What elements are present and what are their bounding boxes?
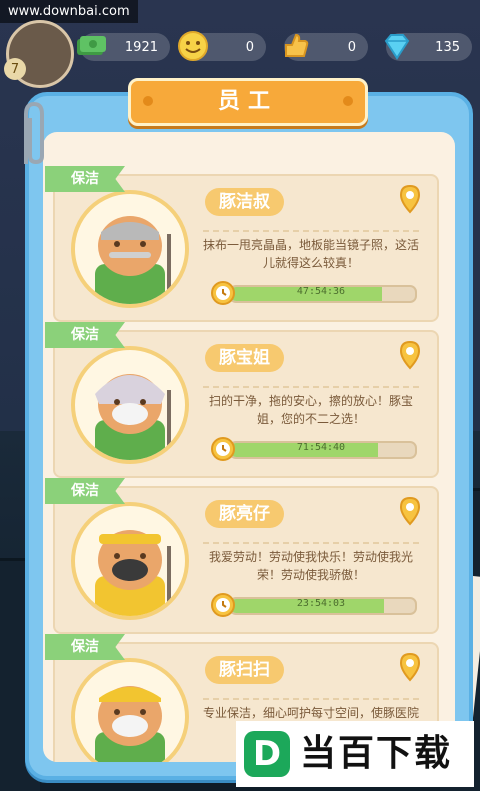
divider: [203, 698, 419, 700]
location-pin-icon[interactable]: [399, 652, 421, 682]
resource-likes[interactable]: 0: [284, 33, 368, 61]
smiley-value: 0: [245, 39, 254, 55]
staff-portrait: [71, 502, 189, 620]
work-timer: 23:54:03: [209, 592, 417, 617]
resource-smiley[interactable]: 0: [178, 31, 266, 61]
top-bar: 7 1921 0 0 135: [0, 0, 480, 88]
cash-icon: [77, 36, 106, 55]
staff-info: 豚洁叔 抹布一甩亮晶晶，地板能当镜子照，这活儿就得这么较真！ 47:54:36: [197, 182, 425, 310]
work-timer: 47:54:36: [209, 280, 417, 305]
staff-portrait: [71, 190, 189, 308]
staff-description: 抹布一甩亮晶晶，地板能当镜子照，这活儿就得这么较真！: [203, 238, 420, 270]
staff-name: 豚亮仔: [205, 500, 284, 528]
title-rivet: [143, 96, 153, 106]
divider: [203, 230, 419, 232]
staff-panel: 保洁 豚洁叔 抹布一甩亮晶晶，地板能当镜子照，这活儿就得这么较真！ 47:54:…: [25, 92, 473, 780]
site-logo: D 当百下载: [236, 721, 474, 787]
role-badge: 保洁: [45, 166, 125, 192]
staff-portrait: [71, 658, 189, 762]
player-level-badge: 7: [4, 58, 26, 80]
divider: [203, 542, 419, 544]
panel-title: 员工: [128, 78, 368, 126]
role-badge: 保洁: [45, 634, 125, 660]
location-pin-icon[interactable]: [399, 184, 421, 214]
likes-value: 0: [347, 39, 356, 55]
timer-text: 23:54:03: [296, 598, 346, 609]
cash-value: 1921: [124, 39, 158, 55]
resource-cash[interactable]: 1921: [77, 33, 170, 61]
staff-portrait: [71, 346, 189, 464]
staff-description: 我爱劳动！劳动使我快乐！劳动使我光荣！劳动使我骄傲！: [208, 550, 413, 582]
timer-text: 47:54:36: [296, 286, 346, 297]
staff-name: 豚扫扫: [205, 656, 284, 684]
paper-clip-icon: [24, 101, 44, 165]
smiley-icon: [178, 31, 208, 61]
diamond-value: 135: [435, 39, 460, 55]
title-rivet: [343, 96, 353, 106]
work-timer: 71:54:40: [209, 436, 417, 461]
logo-text: 当百下载: [300, 733, 453, 774]
staff-info: 豚亮仔 我爱劳动！劳动使我快乐！劳动使我光荣！劳动使我骄傲！ 23:54:03: [197, 494, 425, 622]
location-pin-icon[interactable]: [399, 496, 421, 526]
panel-title-text: 员工: [217, 89, 278, 114]
location-pin-icon[interactable]: [399, 340, 421, 370]
timer-text: 71:54:40: [296, 442, 346, 453]
staff-card[interactable]: 保洁 豚洁叔 抹布一甩亮晶晶，地板能当镜子照，这活儿就得这么较真！ 47:54:…: [45, 166, 439, 322]
diamond-icon: [384, 34, 410, 60]
divider: [203, 386, 419, 388]
staff-card[interactable]: 保洁 豚亮仔 我爱劳动！劳动使我快乐！劳动使我光荣！劳动使我骄傲！ 23:54:…: [45, 478, 439, 634]
staff-name: 豚宝姐: [205, 344, 284, 372]
resource-diamond[interactable]: 135: [384, 33, 472, 61]
staff-info: 豚宝姐 扫的干净，拖的安心，擦的放心！豚宝姐，您的不二之选！ 71:54:40: [197, 338, 425, 466]
role-badge: 保洁: [45, 322, 125, 348]
role-badge: 保洁: [45, 478, 125, 504]
logo-mark: D: [244, 731, 290, 777]
thumbs-up-icon: [285, 33, 309, 57]
staff-list[interactable]: 保洁 豚洁叔 抹布一甩亮晶晶，地板能当镜子照，这活儿就得这么较真！ 47:54:…: [43, 132, 455, 762]
staff-name: 豚洁叔: [205, 188, 284, 216]
staff-card[interactable]: 保洁 豚宝姐 扫的干净，拖的安心，擦的放心！豚宝姐，您的不二之选！ 71:54:…: [45, 322, 439, 478]
staff-description: 扫的干净，拖的安心，擦的放心！豚宝姐，您的不二之选！: [208, 394, 413, 426]
